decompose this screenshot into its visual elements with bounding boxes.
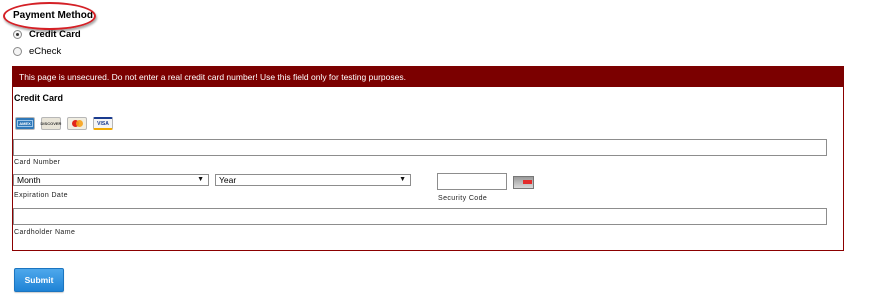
mastercard-logo-icon [67, 117, 87, 130]
warning-text: This page is unsecured. Do not enter a r… [19, 71, 406, 82]
card-number-label: Card Number [14, 159, 61, 166]
amex-logo-icon: AMEX [15, 117, 35, 130]
warning-banner: This page is unsecured. Do not enter a r… [12, 66, 844, 87]
submit-button[interactable]: Submit [14, 268, 64, 292]
expiration-month-select[interactable]: Month ▼ [13, 174, 209, 186]
payment-method-heading: Payment Method [13, 10, 94, 21]
credit-card-radio[interactable] [13, 29, 22, 39]
echeck-radio-label: eCheck [29, 45, 62, 57]
radio-option-credit-card[interactable]: Credit Card [13, 27, 81, 41]
card-number-input[interactable] [13, 139, 827, 156]
expiration-date-label: Expiration Date [14, 192, 68, 199]
dropdown-arrow-icon: ▼ [197, 176, 204, 183]
radio-option-echeck[interactable]: eCheck [13, 44, 61, 58]
security-code-input[interactable] [437, 173, 507, 190]
credit-card-title: Credit Card [14, 93, 64, 103]
security-code-label: Security Code [438, 195, 488, 202]
discover-logo-icon: DISCOVER [41, 117, 61, 130]
credit-card-radio-label: Credit Card [29, 28, 81, 40]
cardholder-name-label: Cardholder Name [14, 229, 76, 236]
accepted-card-logos: AMEX DISCOVER VISA [15, 117, 113, 130]
visa-logo-icon: VISA [93, 117, 113, 130]
dropdown-arrow-icon: ▼ [399, 176, 406, 183]
expiration-year-value: Year [219, 175, 237, 185]
expiration-year-select[interactable]: Year ▼ [215, 174, 411, 186]
payment-page: Payment Method Credit Card eCheck This p… [0, 0, 873, 300]
echeck-radio[interactable] [13, 46, 22, 56]
cardholder-name-input[interactable] [13, 208, 827, 225]
cvc-card-icon [513, 176, 534, 189]
expiration-month-value: Month [17, 175, 41, 185]
